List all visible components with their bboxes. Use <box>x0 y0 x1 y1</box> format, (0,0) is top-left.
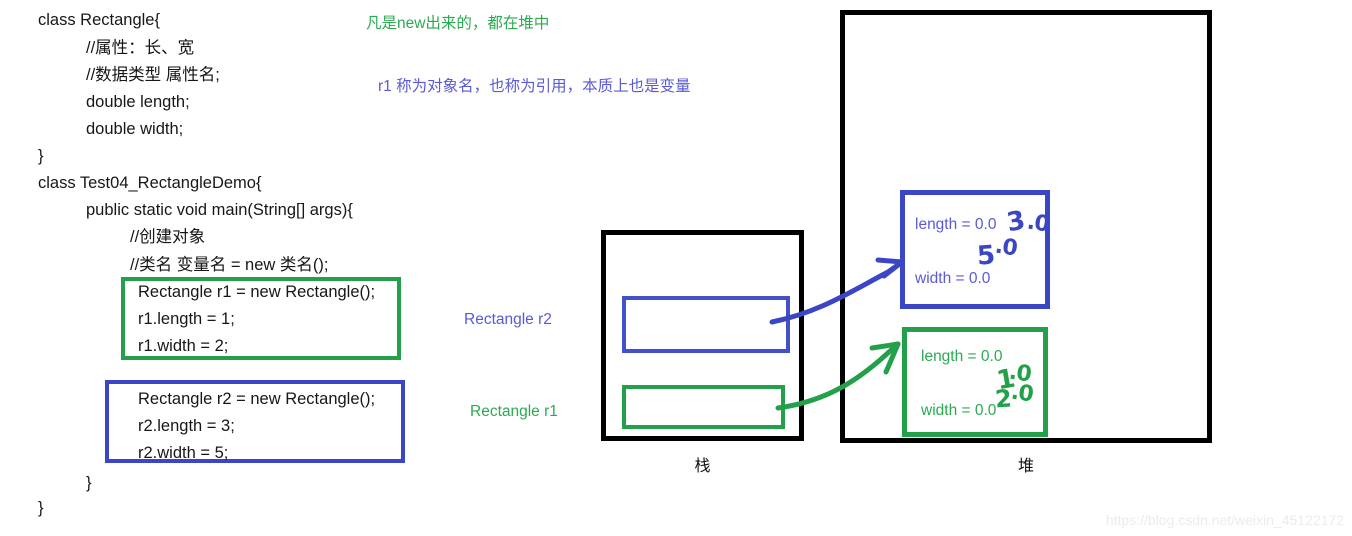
heap-object-r1-length-field: length = 0.0 <box>921 348 1003 365</box>
code-line: double width; <box>86 120 184 138</box>
code-line: //创建对象 <box>130 228 206 246</box>
diagram-canvas: class Rectangle{ //属性：长、宽 //数据类型 属性名; do… <box>0 0 1352 536</box>
code-line-r2-width: r2.width = 5; <box>138 444 229 462</box>
heap-object-r2-width-ink-digit: 5 <box>975 240 996 272</box>
code-line: //类名 变量名 = new 类名(); <box>130 256 329 274</box>
code-line: public static void main(String[] args){ <box>86 201 353 219</box>
code-line: class Test04_RectangleDemo{ <box>38 174 262 192</box>
heap-object-r2-width-field: width = 0.0 <box>915 270 991 287</box>
heap-object-r1: length = 0.0 width = 0.0 1 .0 2 .0 <box>902 327 1048 437</box>
heap-object-r1-width-ink-digit: 2 <box>994 384 1012 414</box>
stack-slot-r1-label: Rectangle r1 <box>470 403 558 420</box>
code-line-r2-length: r2.length = 3; <box>138 417 235 435</box>
heap-object-r1-width-ink-decimal: .0 <box>1009 379 1035 408</box>
code-line-r1-length: r1.length = 1; <box>138 310 235 328</box>
csdn-watermark: https://blog.csdn.net/weixin_45122172 <box>1105 512 1344 528</box>
code-line: } <box>38 147 44 165</box>
code-line: //属性：长、宽 <box>86 39 195 57</box>
code-line: class Rectangle{ <box>38 11 160 29</box>
stack-slot-r1 <box>622 385 785 429</box>
heap-region-label: 堆 <box>1017 458 1034 475</box>
heap-object-r2-length-ink-decimal: .0 <box>1025 209 1051 238</box>
stack-slot-r2-label: Rectangle r2 <box>464 311 552 328</box>
code-line: } <box>38 499 44 517</box>
heap-object-r2-length-field: length = 0.0 <box>915 216 997 233</box>
code-line-r1-new: Rectangle r1 = new Rectangle(); <box>138 283 376 301</box>
stack-slot-r2 <box>622 296 790 353</box>
code-line: } <box>86 474 92 492</box>
heap-object-r2-width-ink-decimal: .0 <box>993 233 1019 262</box>
note-heap-annotation: 凡是new出来的，都在堆中 <box>366 15 550 32</box>
heap-object-r2: length = 0.0 width = 0.0 3 .0 5 .0 <box>900 190 1050 309</box>
code-line-r2-new: Rectangle r2 = new Rectangle(); <box>138 390 376 408</box>
stack-region-label: 栈 <box>694 458 711 475</box>
code-line: //数据类型 属性名; <box>86 66 220 84</box>
code-line-r1-width: r1.width = 2; <box>138 337 229 355</box>
heap-object-r2-length-ink-digit: 3 <box>1004 205 1027 239</box>
heap-object-r1-width-field: width = 0.0 <box>921 402 997 419</box>
code-line: double length; <box>86 93 190 111</box>
note-reference-annotation: r1 称为对象名，也称为引用，本质上也是变量 <box>378 78 691 95</box>
